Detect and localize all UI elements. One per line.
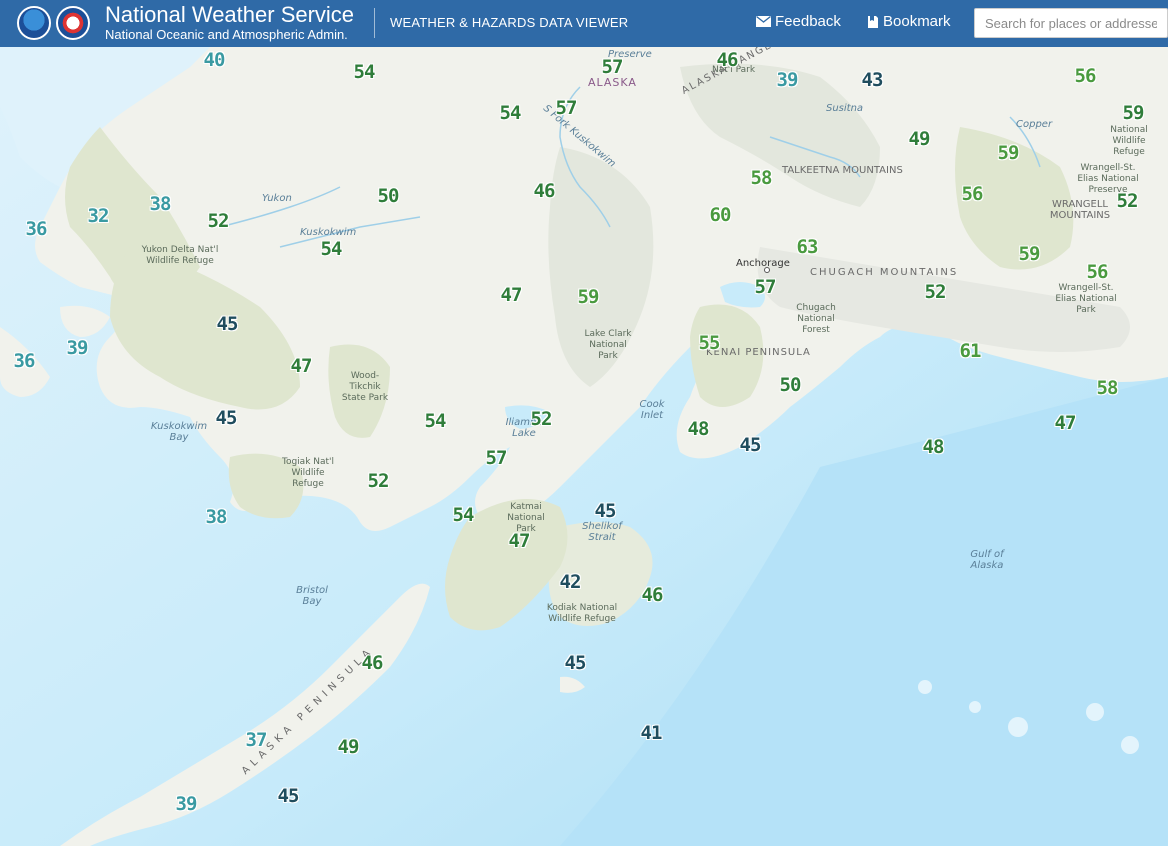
basemap [0, 47, 1168, 846]
temperature-label[interactable]: 37 [246, 730, 268, 750]
temperature-label[interactable]: 45 [216, 408, 238, 428]
temperature-label[interactable]: 47 [1055, 413, 1077, 433]
temperature-label[interactable]: 36 [26, 219, 48, 239]
map-label-anchorage: Anchorage [736, 258, 790, 269]
noaa-logo[interactable] [17, 6, 51, 40]
map-label-yukon-delta: Yukon Delta Nat'l Wildlife Refuge [141, 245, 219, 266]
temperature-label[interactable]: 47 [509, 531, 531, 551]
temperature-label[interactable]: 56 [1075, 66, 1097, 86]
map-label-susitna: Susitna [826, 103, 864, 114]
temperature-label[interactable]: 54 [425, 411, 447, 431]
temperature-label[interactable]: 50 [378, 186, 400, 206]
temperature-label[interactable]: 50 [780, 375, 802, 395]
temperature-label[interactable]: 57 [602, 57, 624, 77]
temperature-label[interactable]: 52 [925, 282, 947, 302]
temperature-label[interactable]: 61 [960, 341, 982, 361]
bookmark-label: Bookmark [883, 13, 951, 30]
map-label-wrangell-mtns: WRANGELL MOUNTAINS [1049, 199, 1111, 221]
map-label-shelikof: Shelikof Strait [582, 521, 622, 543]
temperature-label[interactable]: 59 [1123, 103, 1145, 123]
search-input[interactable] [974, 8, 1168, 38]
temperature-label[interactable]: 40 [204, 50, 226, 70]
temperature-label[interactable]: 52 [531, 409, 553, 429]
site-subtitle: National Oceanic and Atmospheric Admin. [105, 27, 348, 42]
temperature-label[interactable]: 46 [717, 50, 739, 70]
temperature-label[interactable]: 52 [368, 471, 390, 491]
temperature-label[interactable]: 60 [710, 205, 732, 225]
map-label-gulf: Gulf of Alaska [970, 549, 1004, 571]
temperature-label[interactable]: 57 [486, 448, 508, 468]
temperature-label[interactable]: 38 [150, 194, 172, 214]
temperature-label[interactable]: 46 [534, 181, 556, 201]
map-label-kuskokwim-bay: Kuskokwim Bay [150, 421, 208, 443]
temperature-label[interactable]: 58 [1097, 378, 1119, 398]
map-label-yukon: Yukon [262, 193, 292, 204]
temperature-label[interactable]: 59 [998, 143, 1020, 163]
bookmark-icon [868, 15, 878, 28]
temperature-label[interactable]: 46 [362, 653, 384, 673]
map-label-talkeetna: TALKEETNA MOUNTAINS [782, 165, 903, 176]
temperature-label[interactable]: 39 [67, 338, 89, 358]
temperature-label[interactable]: 59 [578, 287, 600, 307]
temperature-label[interactable]: 56 [962, 184, 984, 204]
temperature-label[interactable]: 46 [642, 585, 664, 605]
nws-logo[interactable] [56, 6, 90, 40]
temperature-label[interactable]: 52 [1117, 191, 1139, 211]
temperature-label[interactable]: 48 [688, 419, 710, 439]
header-divider [374, 8, 375, 38]
bookmark-button[interactable]: Bookmark [867, 13, 951, 30]
temperature-label[interactable]: 52 [208, 211, 230, 231]
envelope-icon [756, 16, 771, 27]
temperature-label[interactable]: 45 [595, 501, 617, 521]
map-label-lake-clark: Lake Clark National Park [584, 329, 632, 361]
map-label-wrangell-park: Wrangell-St. Elias National Park [1055, 283, 1117, 315]
map-label-nwr-ne: National Wildlife Refuge [1110, 125, 1148, 157]
map-label-wood-tikchik: Wood-Tikchik State Park [341, 371, 389, 403]
temperature-label[interactable]: 58 [751, 168, 773, 188]
feedback-label: Feedback [775, 13, 841, 30]
temperature-label[interactable]: 45 [740, 435, 762, 455]
temperature-label[interactable]: 54 [321, 239, 343, 259]
temperature-label[interactable]: 47 [501, 285, 523, 305]
map-label-kuskokwim: Kuskokwim [300, 227, 357, 238]
map-label-copper: Copper [1016, 119, 1053, 130]
temperature-label[interactable]: 57 [556, 98, 578, 118]
map-label-kenai: KENAI PENINSULA [706, 347, 811, 358]
temperature-label[interactable]: 45 [278, 786, 300, 806]
temperature-label[interactable]: 45 [217, 314, 239, 334]
temperature-label[interactable]: 43 [862, 70, 884, 90]
viewer-title: WEATHER & HAZARDS DATA VIEWER [390, 15, 629, 30]
temperature-label[interactable]: 47 [291, 356, 313, 376]
temperature-label[interactable]: 42 [560, 572, 582, 592]
site-title[interactable]: National Weather Service [105, 2, 354, 28]
temperature-label[interactable]: 63 [797, 237, 819, 257]
temperature-label[interactable]: 48 [923, 437, 945, 457]
map-label-bristol: Bristol Bay [296, 585, 328, 607]
map-label-kodiak: Kodiak National Wildlife Refuge [546, 603, 618, 624]
temperature-label[interactable]: 57 [755, 277, 777, 297]
temperature-label[interactable]: 54 [354, 62, 376, 82]
temperature-label[interactable]: 54 [500, 103, 522, 123]
temperature-label[interactable]: 39 [777, 70, 799, 90]
temperature-label[interactable]: 39 [176, 794, 198, 814]
feedback-button[interactable]: Feedback [756, 13, 841, 30]
temperature-label[interactable]: 36 [14, 351, 36, 371]
temperature-label[interactable]: 56 [1087, 262, 1109, 282]
temperature-label[interactable]: 54 [453, 505, 475, 525]
temperature-label[interactable]: 32 [88, 206, 110, 226]
temperature-label[interactable]: 49 [338, 737, 360, 757]
map-label-chugach: CHUGACH MOUNTAINS [810, 267, 959, 278]
map-label-cook-inlet: Cook Inlet [639, 399, 665, 421]
app-header: National Weather Service National Oceani… [0, 0, 1168, 47]
temperature-label[interactable]: 45 [565, 653, 587, 673]
map-label-alaska: ALASKA [588, 76, 637, 89]
temperature-label[interactable]: 59 [1019, 244, 1041, 264]
map-label-chugach-forest: Chugach National Forest [796, 303, 836, 335]
temperature-label[interactable]: 49 [909, 129, 931, 149]
temperature-label[interactable]: 38 [206, 507, 228, 527]
map-label-togiak: Togiak Nat'l Wildlife Refuge [281, 457, 335, 489]
temperature-label[interactable]: 41 [641, 723, 663, 743]
map-canvas[interactable]: Preserve ALASKA Nat'l Park ALASKA RANGE … [0, 47, 1168, 846]
temperature-label[interactable]: 55 [699, 333, 721, 353]
